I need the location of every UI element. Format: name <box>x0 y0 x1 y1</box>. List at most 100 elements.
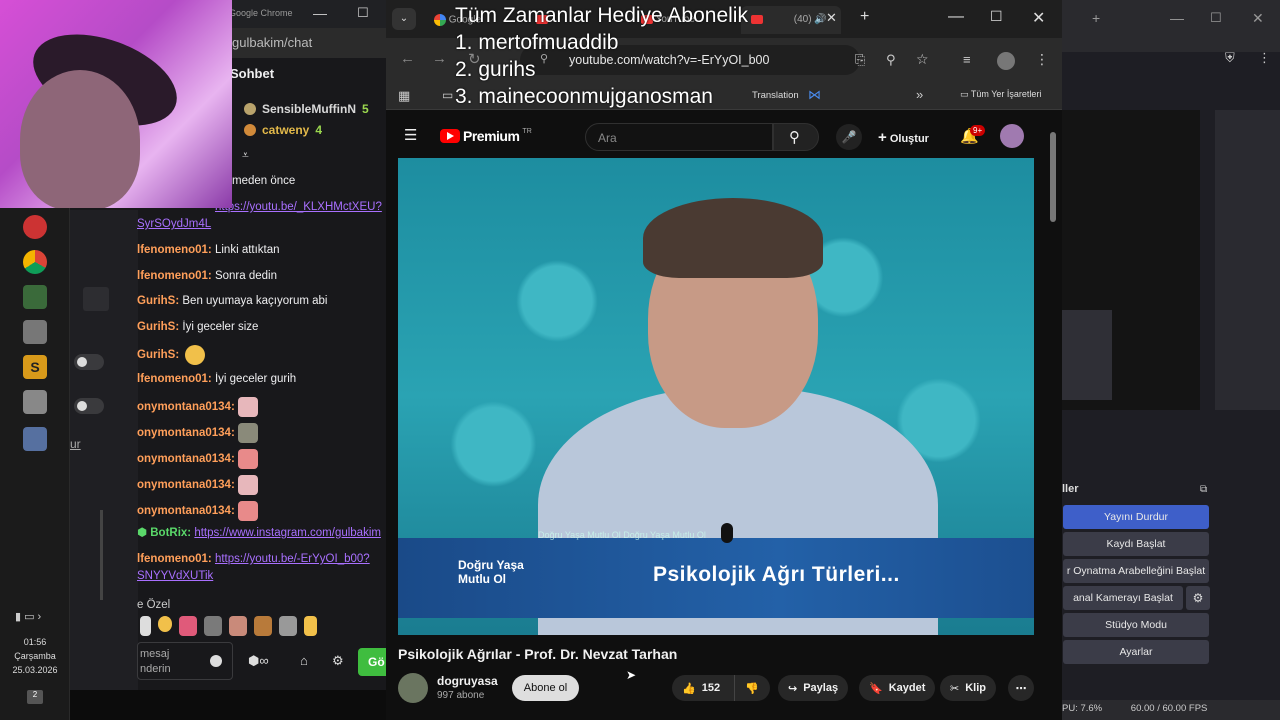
tab-search-button[interactable]: ⌄ <box>392 8 416 30</box>
emote-icon[interactable] <box>279 616 298 636</box>
emote-icon[interactable] <box>229 616 248 636</box>
chat-username[interactable]: lfenomeno01: <box>137 553 212 565</box>
virtual-camera-settings-icon[interactable]: ⚙ <box>1186 586 1210 610</box>
chat-username[interactable]: onymontana0134: <box>137 427 235 439</box>
profile-avatar[interactable] <box>997 52 1015 70</box>
clock-time[interactable]: 01:56 <box>0 637 70 647</box>
obs-maximize-button[interactable]: ☐ <box>1210 10 1222 26</box>
obs-dock-icon[interactable]: ⧉ <box>1200 484 1207 495</box>
collapse-icon[interactable]: ⩡ <box>242 148 249 163</box>
clip-button[interactable]: ✂ Klip <box>940 675 996 701</box>
viewer-row[interactable]: SensibleMuffinN 5 <box>244 102 369 116</box>
bookmark-folder-icon[interactable]: ▭ <box>442 88 453 102</box>
tab-close-icon[interactable]: ✕ <box>826 10 837 26</box>
chat-username[interactable]: lfenomeno01: <box>137 270 212 282</box>
menu-icon[interactable]: ⋮ <box>1035 51 1049 68</box>
emote-icon[interactable] <box>204 616 223 636</box>
obs-new-tab-icon[interactable]: + <box>1092 10 1100 26</box>
obs-close-button[interactable]: ✕ <box>1252 10 1264 27</box>
chat-username[interactable]: BotRix: <box>150 527 191 539</box>
chat-username[interactable]: lfenomeno01: <box>137 373 212 385</box>
app-s-icon[interactable]: S <box>23 355 47 379</box>
start-replay-buffer-button[interactable]: r Oynatma Arabelleğini Başlat <box>1063 559 1209 583</box>
install-icon[interactable]: ⎘ <box>855 52 865 68</box>
emote-icon[interactable] <box>157 616 173 632</box>
chat-link[interactable]: SNYYVdXUTik <box>137 570 213 582</box>
store-icon[interactable]: ⌂ <box>300 653 308 668</box>
chat-username[interactable]: onymontana0134: <box>137 453 235 465</box>
youtube-avatar[interactable] <box>1000 124 1024 148</box>
channel-name[interactable]: dogruyasa <box>437 674 498 688</box>
chat-maximize-button[interactable]: ☐ <box>357 5 369 21</box>
steam-icon[interactable] <box>23 215 47 239</box>
stop-streaming-button[interactable]: Yayını Durdur <box>1063 505 1209 529</box>
start-recording-button[interactable]: Kaydı Başlat <box>1063 532 1209 556</box>
chat-username[interactable]: lfenomeno01: <box>137 244 212 256</box>
emote-icon[interactable] <box>254 616 273 636</box>
bookmark-translation[interactable]: Translation <box>752 90 799 101</box>
new-tab-button[interactable]: + <box>860 8 869 26</box>
chat-username[interactable]: GurihS: <box>137 321 179 333</box>
butterfly-icon[interactable]: ⋈ <box>808 87 821 103</box>
subscribe-button[interactable]: Abone ol <box>512 675 579 701</box>
chrome-icon[interactable] <box>23 250 47 274</box>
tray-icons[interactable]: ▮ ▭ › <box>15 610 41 623</box>
chat-input[interactable]: mesaj nderin <box>137 642 233 680</box>
scrollbar-thumb[interactable] <box>1050 132 1056 222</box>
folder-icon[interactable] <box>23 320 47 344</box>
back-icon[interactable]: ← <box>400 50 415 67</box>
chat-username[interactable]: onymontana0134: <box>137 401 235 413</box>
obs-minimize-button[interactable]: — <box>1170 10 1184 26</box>
chat-username[interactable]: GurihS: <box>137 349 179 361</box>
create-button[interactable]: + Oluştur <box>878 129 929 146</box>
save-button[interactable]: 🔖 Kaydet <box>859 675 936 701</box>
side-panel-scroll[interactable] <box>100 510 103 600</box>
game-icon[interactable] <box>23 285 47 309</box>
channel-avatar[interactable] <box>398 673 428 703</box>
studio-mode-button[interactable]: Stüdyo Modu <box>1063 613 1209 637</box>
all-bookmarks[interactable]: ▭ Tüm Yer İşaretleri <box>960 89 1041 100</box>
chat-minimize-button[interactable]: — <box>313 5 327 21</box>
points-icon[interactable]: ⬢∞ <box>248 653 269 669</box>
chat-username[interactable]: GurihS: <box>137 295 179 307</box>
emote-icon[interactable] <box>304 616 318 636</box>
toggle-switch[interactable] <box>74 398 104 414</box>
youtube-search-input[interactable]: Ara <box>585 123 773 151</box>
toggle-switch[interactable] <box>74 354 104 370</box>
more-actions-button[interactable]: ⋯ <box>1008 675 1034 701</box>
hamburger-menu-icon[interactable]: ☰ <box>404 126 417 144</box>
forward-icon[interactable]: → <box>432 50 447 67</box>
minimize-button[interactable]: — <box>948 8 964 26</box>
close-button[interactable]: ✕ <box>1032 8 1045 28</box>
youtube-logo[interactable]: Premium TR <box>440 128 532 144</box>
youtube-search-button[interactable]: ⚲ <box>773 123 819 151</box>
page-scrollbar[interactable] <box>1048 118 1058 718</box>
settings-button[interactable]: Ayarlar <box>1063 640 1209 664</box>
drag-handle-icon[interactable] <box>83 287 109 311</box>
emoji-picker-icon[interactable] <box>210 655 222 667</box>
obs-menu-icon[interactable]: ⋮ <box>1258 50 1271 66</box>
chat-settings-icon[interactable]: ⚙ <box>332 653 344 669</box>
viewer-row[interactable]: catweny 4 <box>244 123 322 137</box>
video-player[interactable]: Doğru Yaşa Mutlu Ol Doğru Yaşa Mutlu Ol … <box>398 158 1034 635</box>
chat-link[interactable]: https://youtu.be/_KLXHMctXEU? <box>215 201 382 213</box>
obs-preview[interactable] <box>1062 110 1200 410</box>
notification-icon[interactable]: 2 <box>27 690 43 704</box>
emote-bar[interactable] <box>137 616 318 638</box>
chat-username[interactable]: onymontana0134: <box>137 479 235 491</box>
voice-search-icon[interactable]: 🎤 <box>836 124 862 150</box>
chat-link[interactable]: https://youtu.be/-ErYyOI_b00? <box>215 553 370 565</box>
media-control-icon[interactable]: ≡ <box>963 52 971 67</box>
share-button[interactable]: ↪ Paylaş <box>778 675 849 701</box>
apps-icon[interactable]: ▦ <box>398 88 410 104</box>
dislike-button[interactable]: 👎 <box>734 675 770 701</box>
chat-address-text[interactable]: gulbakim/chat <box>230 30 386 56</box>
chat-username[interactable]: onymontana0134: <box>137 505 235 517</box>
like-button[interactable]: 👍 152 <box>672 675 734 701</box>
start-virtual-camera-button[interactable]: anal Kamerayı Başlat <box>1063 586 1183 610</box>
audio-icon[interactable]: 🔊 <box>814 14 826 25</box>
emote-icon[interactable] <box>140 616 151 636</box>
app-icon[interactable] <box>23 390 47 414</box>
maximize-button[interactable]: ☐ <box>990 8 1003 25</box>
shield-icon[interactable]: ⛨ <box>1225 50 1235 66</box>
